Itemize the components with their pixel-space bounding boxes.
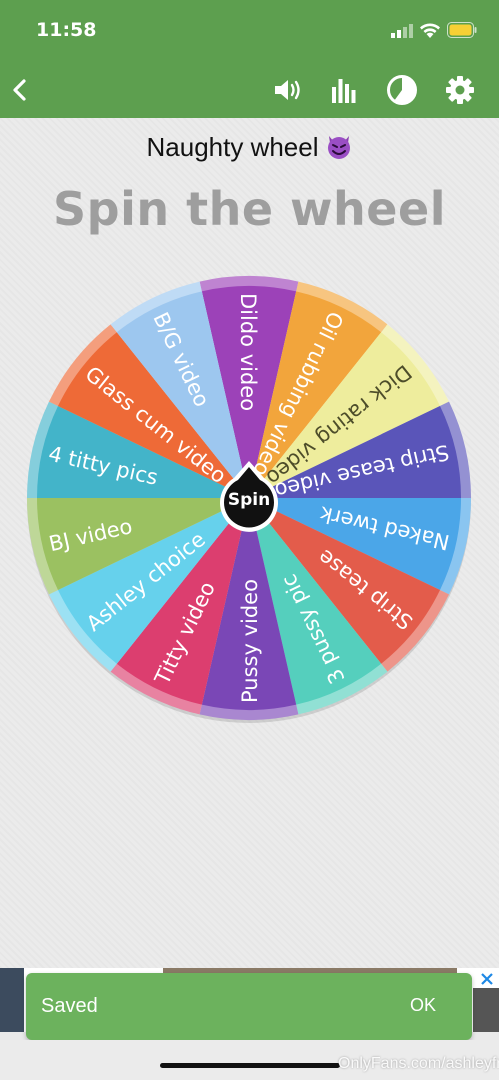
smiling-devil-emoji-icon (327, 136, 350, 159)
back-button[interactable] (0, 70, 40, 110)
sound-button[interactable] (268, 70, 308, 110)
ad-close-icon[interactable] (478, 970, 496, 988)
speaker-icon (275, 80, 300, 100)
watermark: OnlyFans.com/ashleyfree (338, 1055, 499, 1072)
page-title: Spin the wheel (53, 182, 446, 236)
stats-button[interactable] (324, 70, 364, 110)
snackbar-ok-button[interactable]: OK (410, 995, 436, 1016)
ad-image-right (473, 988, 499, 1032)
bar-chart-icon (332, 79, 356, 103)
snackbar-message: Saved (41, 995, 98, 1017)
cellular-signal-icon (391, 24, 413, 38)
chevron-left-icon (13, 79, 26, 101)
status-time: 11:58 (36, 19, 97, 41)
saved-snackbar: Saved OK (26, 973, 472, 1040)
ad-image-left (0, 968, 24, 1032)
wheel-name-text: Naughty wheel (146, 132, 319, 162)
home-indicator[interactable] (160, 1063, 340, 1068)
pie-chart-icon (387, 75, 417, 105)
wifi-icon (420, 23, 440, 38)
wheel-segment-label: Pussy video (238, 579, 262, 703)
wheel-name: Naughty wheel (0, 132, 499, 163)
prize-wheel[interactable]: Dildo videoOil rubbing videoDick rating … (24, 273, 474, 723)
battery-icon (447, 22, 477, 38)
pie-chart-button[interactable] (382, 70, 422, 110)
wheel-segment-label: Dildo video (236, 293, 260, 411)
status-bar: 11:58 (0, 0, 499, 62)
spin-label: Spin (228, 490, 270, 510)
settings-button[interactable] (440, 70, 480, 110)
app-toolbar (0, 62, 499, 118)
gear-icon (446, 76, 474, 104)
